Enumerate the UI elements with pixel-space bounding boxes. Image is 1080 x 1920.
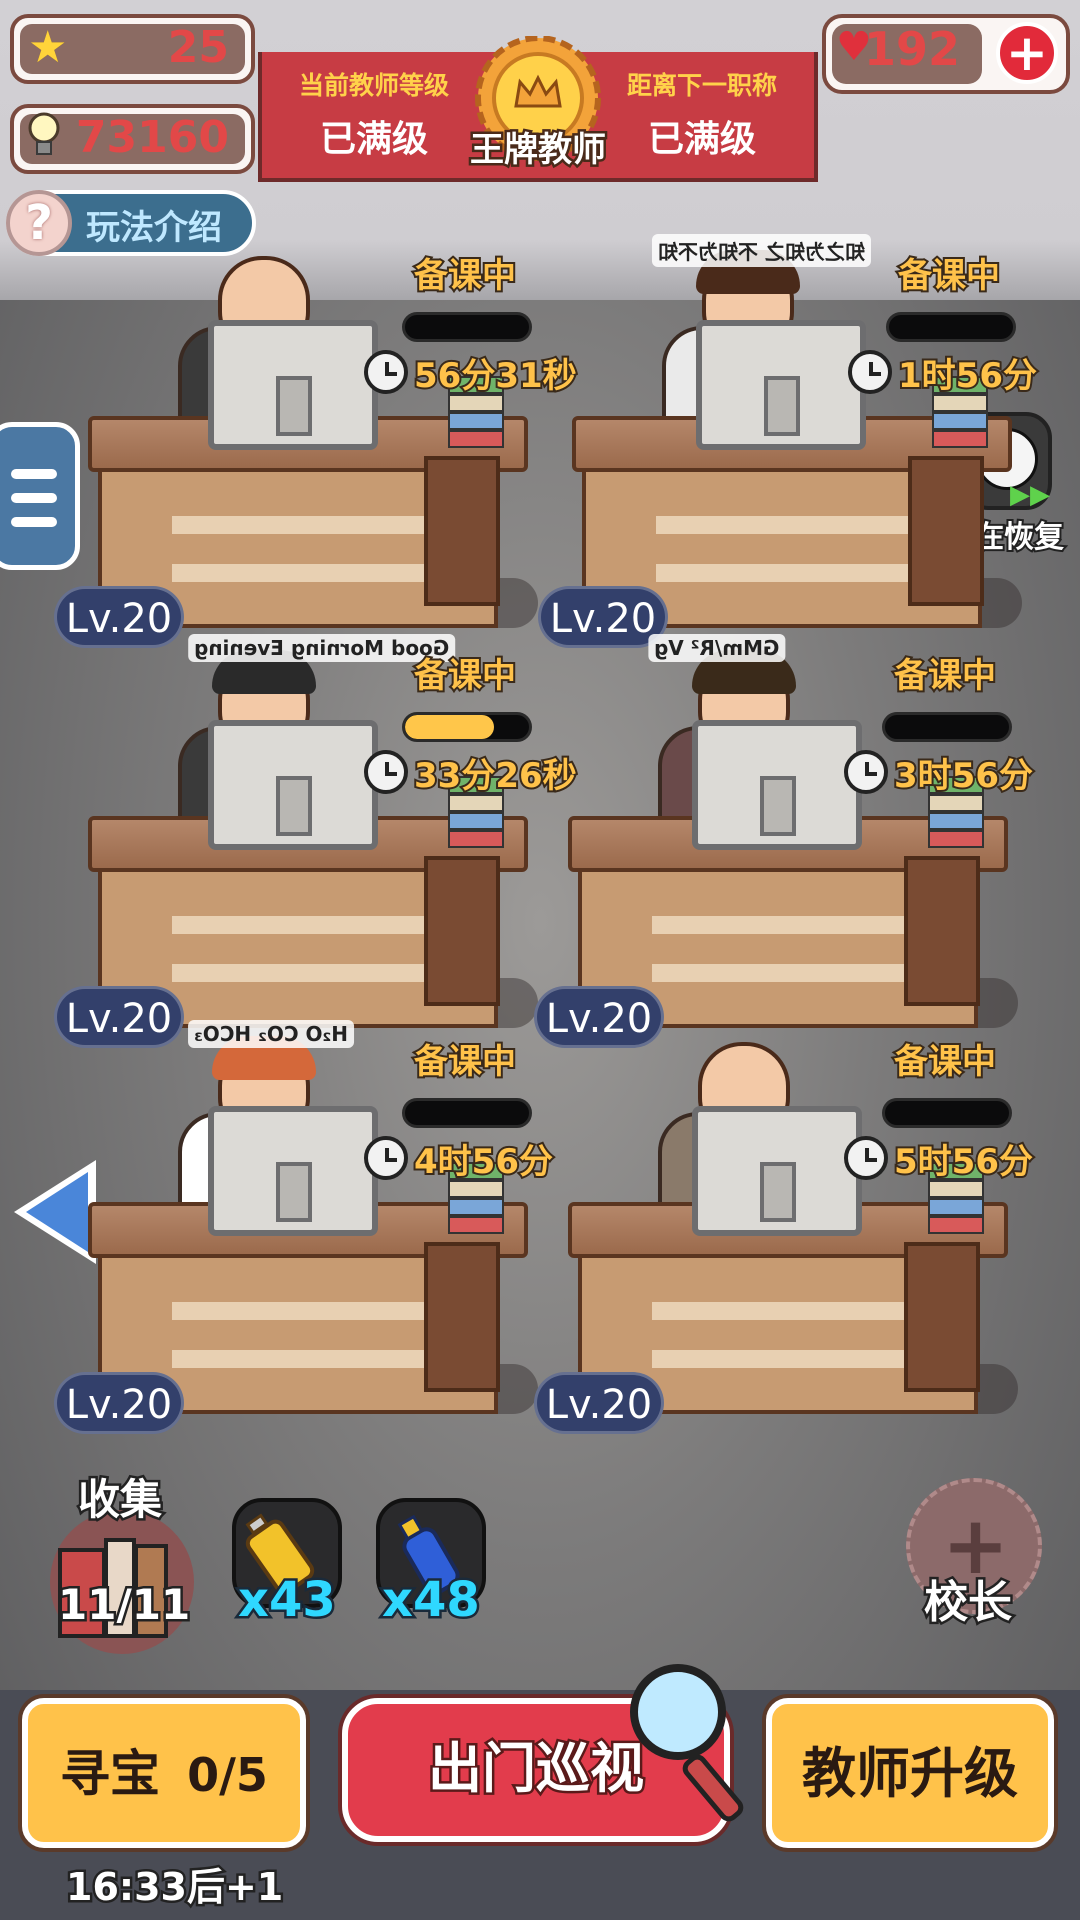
teacher-upgrade-button[interactable]: 教师升级 — [766, 1698, 1054, 1848]
how-to-play-label: 玩法介绍 — [86, 208, 222, 248]
clock-icon — [848, 350, 892, 394]
principal-label: 校长 — [922, 1575, 1015, 1631]
prev-arrow-icon — [26, 1172, 88, 1252]
teacher-level-badge[interactable]: Lv.20 — [534, 1372, 664, 1434]
drink-count: x48 — [380, 1570, 483, 1631]
teacher-status: 备课中 — [892, 654, 998, 698]
question-icon: ? — [6, 190, 72, 256]
game-screen: ★ 25 73160 当前教师等级 已满级 距离下一职称 已满级 王牌教师 ♥ … — [0, 0, 1080, 1920]
prep-timer: 56分31秒 — [412, 354, 579, 398]
teacher-status: 备课中 — [892, 1040, 998, 1084]
rank-title: 王牌教师 — [468, 128, 609, 173]
clock-icon — [364, 350, 408, 394]
teacher-status: 备课中 — [412, 1040, 518, 1084]
teacher-level-badge[interactable]: Lv.20 — [54, 586, 184, 648]
collection-label: 收集 — [75, 1473, 164, 1527]
patrol-label: 出门巡视 — [426, 1735, 647, 1803]
collection-count: 11/11 — [55, 1578, 192, 1632]
idea-counter: 73160 — [10, 104, 255, 174]
monitor-stand — [764, 376, 800, 436]
prep-progress-bar — [402, 1098, 532, 1128]
treasure-label: 寻宝 — [60, 1745, 161, 1803]
clock-icon — [844, 1136, 888, 1180]
prep-timer: 4时56分 — [412, 1140, 555, 1184]
teacher-status: 备课中 — [412, 254, 518, 298]
treasure-count: 0/5 — [187, 1748, 268, 1802]
prep-progress-bar — [402, 712, 532, 742]
monitor-stand — [276, 776, 312, 836]
prep-timer: 5时56分 — [892, 1140, 1035, 1184]
teacher-level-badge[interactable]: Lv.20 — [54, 1372, 184, 1434]
prep-progress-fill — [405, 715, 495, 739]
teacher-thought-text: GMm/R² Vg — [648, 634, 786, 662]
current-level-status: 已满级 — [319, 119, 428, 160]
desk-drawer — [424, 456, 500, 606]
prep-progress-bar — [886, 312, 1016, 342]
prep-timer: 1时56分 — [896, 354, 1039, 398]
teacher-thought-text: 知之为知之 不知为不知 — [652, 234, 871, 267]
how-to-play-button[interactable]: ? 玩法介绍 — [6, 190, 256, 256]
idea-count: 73160 — [75, 112, 229, 163]
next-title-caption: 距离下一职称 — [626, 71, 777, 100]
teacher-thought-text: H₂O CO₂ HCO₃ — [188, 1020, 355, 1048]
upgrade-label: 教师升级 — [802, 1742, 1018, 1805]
desk-drawer — [904, 1242, 980, 1392]
prep-progress-bar — [882, 1098, 1012, 1128]
hearts-count: 192 — [864, 22, 961, 76]
prep-progress-bar — [882, 712, 1012, 742]
teacher-status: 备课中 — [896, 254, 1002, 298]
desk-drawer — [424, 856, 500, 1006]
current-level-caption: 当前教师等级 — [298, 71, 449, 100]
magnifier-icon — [630, 1664, 726, 1760]
monitor-stand — [276, 1162, 312, 1222]
add-hearts-button[interactable]: + — [996, 22, 1058, 84]
side-menu-button[interactable] — [0, 422, 80, 570]
star-count: 25 — [167, 22, 229, 73]
prep-timer: 33分26秒 — [412, 754, 579, 798]
desk-drawer — [904, 856, 980, 1006]
desk-drawer — [908, 456, 984, 606]
monitor-stand — [760, 776, 796, 836]
monitor-stand — [760, 1162, 796, 1222]
clock-icon — [364, 1136, 408, 1180]
teacher-status: 备课中 — [412, 654, 518, 698]
prep-progress-bar — [402, 312, 532, 342]
star-counter: ★ 25 — [10, 14, 255, 84]
teacher-level-badge[interactable]: Lv.20 — [534, 986, 664, 1048]
star-icon: ★ — [28, 22, 68, 73]
monitor-stand — [276, 376, 312, 436]
clock-icon — [364, 750, 408, 794]
battery-count: x43 — [236, 1570, 339, 1631]
prep-timer: 3时56分 — [892, 754, 1035, 798]
teacher-level-badge[interactable]: Lv.20 — [54, 986, 184, 1048]
treasure-timer: 16:33后+1 — [63, 1863, 285, 1912]
lightbulb-icon — [28, 112, 60, 155]
clock-icon — [844, 750, 888, 794]
treasure-hunt-button[interactable]: 寻宝 0/5 — [22, 1698, 306, 1848]
desk-drawer — [424, 1242, 500, 1392]
hearts-counter: ♥ 192 + — [822, 14, 1070, 94]
next-title-status: 已满级 — [647, 119, 756, 160]
